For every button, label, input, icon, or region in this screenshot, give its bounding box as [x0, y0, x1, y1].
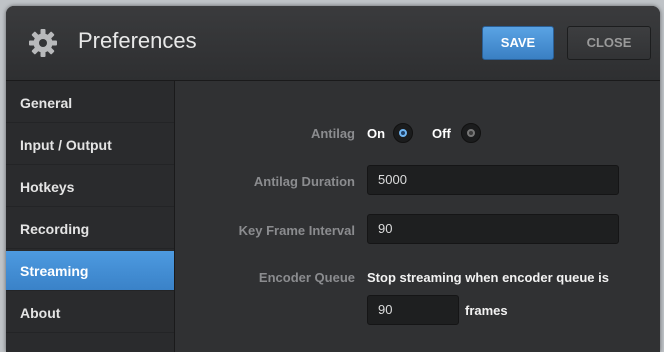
antilag-off-radio[interactable]: [461, 123, 481, 143]
close-button[interactable]: CLOSE: [567, 26, 651, 60]
antilag-label: Antilag: [310, 126, 355, 141]
sidebar-item-about[interactable]: About: [6, 293, 174, 333]
antilag-on-label: On: [367, 126, 386, 141]
save-button[interactable]: SAVE: [482, 26, 554, 60]
antilag-duration-input[interactable]: 5000: [367, 165, 619, 195]
sidebar-item-recording[interactable]: Recording: [6, 209, 174, 249]
encoder-queue-description: Stop streaming when encoder queue is: [367, 270, 609, 285]
preferences-window: Preferences SAVE CLOSE General Input / O…: [6, 6, 660, 352]
sidebar-item-streaming[interactable]: Streaming: [6, 251, 174, 291]
antilag-off-label: Off: [432, 126, 451, 141]
encoder-queue-label: Encoder Queue: [258, 270, 355, 285]
gear-icon: [29, 29, 57, 57]
sidebar-item-hotkeys[interactable]: Hotkeys: [6, 167, 174, 207]
key-frame-interval-input[interactable]: 90: [367, 214, 619, 244]
encoder-queue-unit: frames: [465, 303, 508, 318]
antilag-duration-label: Antilag Duration: [253, 174, 355, 189]
sidebar: General Input / Output Hotkeys Recording…: [6, 81, 175, 352]
streaming-settings-panel: Antilag On Off Antilag Duration 5000 Key…: [175, 81, 660, 352]
encoder-queue-input[interactable]: 90: [367, 295, 459, 325]
key-frame-interval-label: Key Frame Interval: [238, 223, 355, 238]
title-bar: Preferences SAVE CLOSE: [6, 6, 660, 81]
window-title: Preferences: [78, 28, 197, 53]
sidebar-item-general[interactable]: General: [6, 83, 174, 123]
sidebar-item-input-output[interactable]: Input / Output: [6, 125, 174, 165]
antilag-on-radio[interactable]: [393, 123, 413, 143]
